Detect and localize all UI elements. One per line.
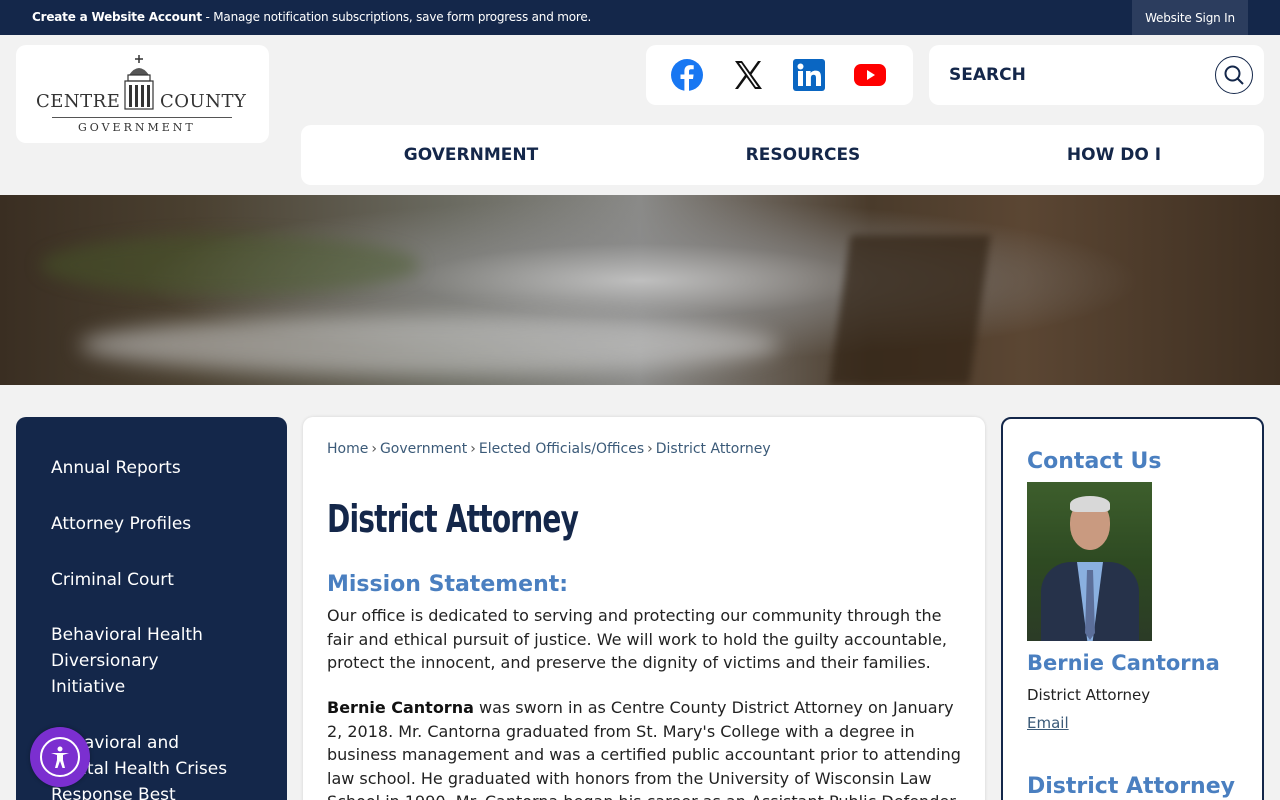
accessibility-button[interactable] [30, 727, 90, 787]
contact-role: District Attorney [1027, 686, 1151, 704]
search-box [929, 45, 1264, 105]
facebook-icon[interactable] [671, 59, 703, 91]
hero-banner-image [0, 195, 1280, 385]
top-announcement-bar: Create a Website Account - Manage notifi… [0, 0, 1280, 35]
nav-resources[interactable]: RESOURCES [693, 125, 913, 185]
logo-text-centre: CENTRE [36, 91, 121, 112]
nav-government[interactable]: GOVERNMENT [361, 125, 581, 185]
breadcrumb-government[interactable]: Government [380, 441, 467, 457]
logo-text-government: GOVERNMENT [78, 121, 196, 134]
search-button[interactable] [1215, 56, 1253, 94]
logo-divider [52, 117, 232, 118]
bio-paragraph: Bernie Cantorna was sworn in as Centre C… [327, 696, 967, 800]
sidebar-item-annual-reports[interactable]: Annual Reports [51, 455, 271, 481]
bio-name: Bernie Cantorna [327, 698, 474, 717]
breadcrumb-home[interactable]: Home [327, 441, 368, 457]
sidebar-item-criminal-court[interactable]: Criminal Court [51, 567, 271, 593]
accessibility-icon [40, 737, 80, 777]
county-logo[interactable]: CENTRE COUNTY GOVERNMENT [16, 45, 269, 143]
site-header: CENTRE COUNTY GOVERNMENT SEARCH GOVERNME… [0, 35, 1280, 195]
contact-panel: Contact Us Bernie Cantorna District Atto… [1001, 417, 1264, 800]
sidebar-item-behavioral-health-diversionary[interactable]: Behavioral Health Diversionary Initiativ… [51, 622, 231, 700]
breadcrumb-current[interactable]: District Attorney [656, 441, 771, 457]
hero-moss [40, 235, 420, 295]
linkedin-icon[interactable] [793, 59, 825, 91]
district-attorney-photo [1027, 482, 1152, 641]
search-icon [1224, 65, 1244, 85]
youtube-icon[interactable] [854, 59, 886, 91]
logo-text-county: COUNTY [160, 91, 247, 112]
website-sign-in-button[interactable]: Website Sign In [1132, 0, 1248, 35]
mission-heading: Mission Statement: [327, 572, 569, 597]
account-message-text: - Manage notification subscriptions, sav… [201, 10, 592, 24]
main-navigation: GOVERNMENT RESOURCES HOW DO I [301, 125, 1264, 185]
contact-subheading: District Attorney [1027, 774, 1235, 799]
x-icon[interactable] [732, 59, 764, 91]
main-content: Home › Government › Elected Officials/Office… [303, 417, 985, 800]
contact-heading: Contact Us [1027, 449, 1162, 474]
page-title: District Attorney [327, 497, 579, 541]
breadcrumb: Home › Government › Elected Officials/Office… [327, 441, 771, 457]
create-account-link[interactable]: Create a Website Account [32, 10, 202, 24]
nav-how-do-i[interactable]: HOW DO I [1004, 125, 1224, 185]
hero-log [829, 235, 991, 385]
courthouse-icon [124, 55, 154, 110]
account-message: Create a Website Account - Manage notifi… [32, 10, 591, 24]
search-input[interactable] [949, 60, 1209, 90]
contact-name: Bernie Cantorna [1027, 651, 1220, 675]
mission-text: Our office is dedicated to serving and p… [327, 606, 948, 672]
sidebar-item-attorney-profiles[interactable]: Attorney Profiles [51, 511, 271, 537]
social-links [646, 45, 913, 105]
contact-email-link[interactable]: Email [1027, 714, 1069, 732]
hero-stream [80, 315, 780, 375]
breadcrumb-elected-officials[interactable]: Elected Officials/Offices [479, 441, 644, 457]
